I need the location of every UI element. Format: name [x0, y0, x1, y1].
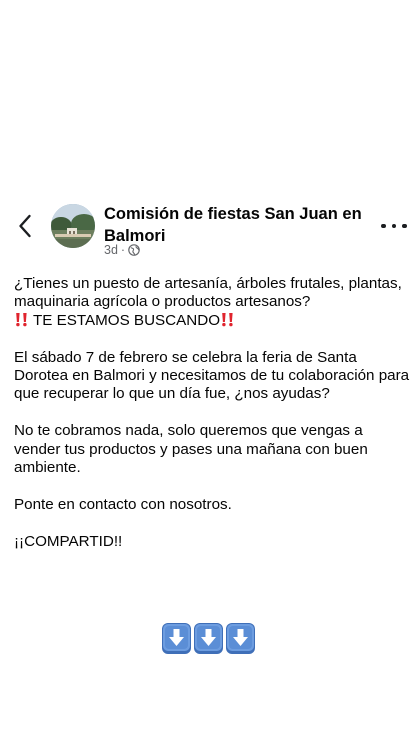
post-text: ¿Tienes un puesto de artesanía, árboles …: [14, 275, 410, 569]
double-exclamation-emoji: [16, 312, 27, 327]
globe-icon: [128, 244, 140, 256]
more-options-icon-dot: [381, 223, 386, 229]
post-paragraph: ¡¡COMPARTID!!: [14, 532, 123, 550]
more-options-icon-dot: [402, 223, 407, 229]
highlight-text: TE ESTAMOS BUSCANDO: [32, 311, 221, 329]
avatar[interactable]: [51, 204, 95, 248]
down-arrow-emoji: [162, 623, 191, 654]
post-paragraph: ¿Tienes un puesto de artesanía, árboles …: [14, 275, 410, 330]
post-time[interactable]: 3d: [104, 243, 118, 257]
double-exclamation-emoji: [222, 312, 233, 327]
avatar-photo: [51, 204, 95, 248]
post-paragraph: Ponte en contacto con nosotros.: [14, 495, 232, 513]
blank-top-area: [0, 0, 420, 190]
more-options-icon-dot: [391, 223, 397, 229]
more-options-button[interactable]: [381, 216, 407, 236]
down-arrow-emoji: [226, 623, 255, 654]
back-button[interactable]: [14, 211, 36, 241]
post-paragraph: El sábado 7 de febrero se celebra la fer…: [14, 348, 414, 403]
post-paragraph-text: ¿Tienes un puesto de artesanía, árboles …: [14, 275, 407, 311]
post-screen: Comisión de fiestas San Juan en Balmori …: [0, 0, 420, 747]
down-arrow-emojis: [161, 622, 256, 655]
chevron-left-icon: [19, 214, 31, 238]
post-meta: 3d ·: [104, 243, 140, 257]
meta-separator: ·: [120, 243, 126, 257]
page-name[interactable]: Comisión de fiestas San Juan en Balmori: [104, 203, 366, 247]
down-arrow-emoji: [194, 623, 223, 654]
post-paragraph: No te cobramos nada, solo queremos que v…: [14, 422, 373, 477]
